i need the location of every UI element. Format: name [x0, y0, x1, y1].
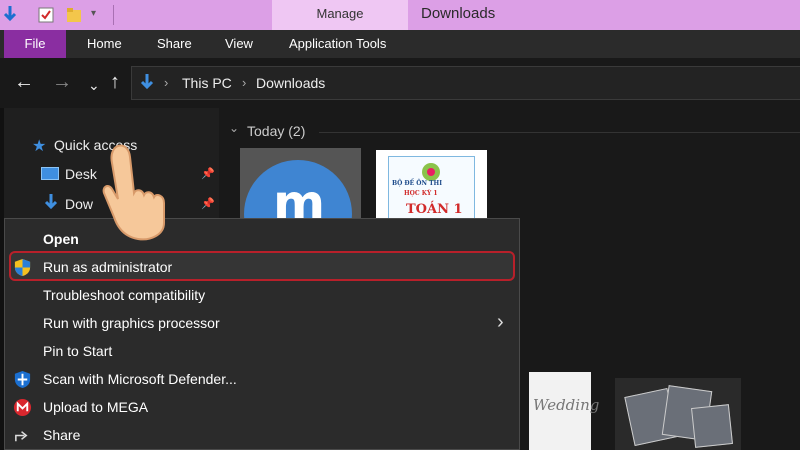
menu-item-share[interactable]: Share [5, 421, 519, 449]
share-icon [15, 431, 28, 442]
tab-share[interactable]: Share [157, 30, 192, 58]
submenu-chevron-icon: › [497, 311, 504, 333]
address-bar[interactable]: › This PC › Downloads [131, 66, 800, 100]
properties-icon[interactable] [38, 7, 54, 23]
desktop-icon [41, 167, 59, 180]
menu-item-label: Share [43, 427, 81, 443]
tab-file[interactable]: File [4, 30, 66, 58]
menu-item-upload-to-mega[interactable]: Upload to MEGA [5, 393, 519, 421]
divider [319, 132, 800, 133]
tab-application-tools[interactable]: Application Tools [289, 30, 386, 58]
document-line: BỘ ĐỀ ÔN THI [392, 180, 443, 187]
pin-icon[interactable]: 📌 [201, 197, 215, 210]
card-image [691, 404, 733, 448]
file-thumbnail-wedding[interactable]: Wedding [529, 372, 599, 450]
recent-locations-chevron-icon[interactable]: ⌄ [88, 75, 100, 95]
menu-item-run-with-graphics-processor[interactable]: Run with graphics processor › [5, 309, 519, 337]
menu-item-label: Scan with Microsoft Defender... [43, 371, 237, 387]
back-arrow-icon[interactable]: ← [14, 72, 34, 92]
file-thumbnail-document[interactable]: BỘ ĐỀ ÔN THI HỌC KỲ 1 TOÁN 1 [376, 150, 487, 228]
ribbon-tabs: File Home Share View Application Tools [0, 30, 800, 58]
document-line: HỌC KỲ 1 [404, 190, 438, 197]
downloads-folder-icon [140, 74, 154, 90]
pin-icon[interactable]: 📌 [201, 167, 215, 180]
group-header[interactable]: Today (2) [247, 123, 305, 139]
tab-view[interactable]: View [225, 30, 253, 58]
menu-item-open[interactable]: Open [5, 225, 519, 253]
menu-item-label: Open [43, 231, 79, 247]
pointing-hand-icon [102, 144, 165, 241]
file-thumbnail-cards[interactable] [615, 378, 741, 450]
menu-item-pin-to-start[interactable]: Pin to Start [5, 337, 519, 365]
document-line: TOÁN 1 [406, 202, 463, 217]
separator [113, 5, 114, 25]
up-arrow-icon[interactable]: ↑ [110, 72, 120, 92]
breadcrumb-separator-icon: › [242, 75, 247, 90]
new-folder-icon[interactable] [66, 7, 82, 23]
wedding-text: Wedding [533, 396, 600, 414]
tab-manage[interactable]: Manage [272, 0, 408, 30]
menu-item-label: Run as administrator [43, 259, 173, 275]
defender-icon [14, 370, 31, 389]
menu-item-troubleshoot-compatibility[interactable]: Troubleshoot compatibility [5, 281, 519, 309]
uac-shield-icon [14, 258, 31, 277]
tab-home[interactable]: Home [87, 30, 122, 58]
title-bar: ▾ Manage Downloads [0, 0, 800, 30]
menu-item-label: Run with graphics processor [43, 315, 220, 331]
menu-item-label: Troubleshoot compatibility [43, 287, 206, 303]
star-icon: ★ [32, 138, 47, 155]
breadcrumb-this-pc[interactable]: This PC [182, 75, 232, 91]
forward-arrow-icon[interactable]: → [52, 72, 72, 92]
breadcrumb-separator-icon: › [164, 75, 169, 90]
context-menu: Open Run as administrator Troubleshoot c… [4, 218, 520, 450]
menu-item-run-as-administrator[interactable]: Run as administrator [5, 253, 519, 281]
download-arrow-icon[interactable] [3, 6, 17, 24]
window-title: Downloads [421, 5, 496, 22]
collapse-chevron-icon[interactable]: ⌄ [229, 121, 239, 135]
breadcrumb-downloads[interactable]: Downloads [256, 75, 325, 91]
customize-toolbar-icon[interactable]: ▾ [91, 8, 96, 19]
menu-item-scan-defender[interactable]: Scan with Microsoft Defender... [5, 365, 519, 393]
nav-downloads[interactable]: Dow [65, 196, 93, 212]
downloads-icon [44, 194, 58, 210]
file-thumbnail-mega-setup[interactable]: m [240, 148, 361, 228]
mega-icon [13, 398, 32, 417]
menu-item-label: Pin to Start [43, 343, 113, 359]
menu-item-label: Upload to MEGA [43, 399, 149, 415]
